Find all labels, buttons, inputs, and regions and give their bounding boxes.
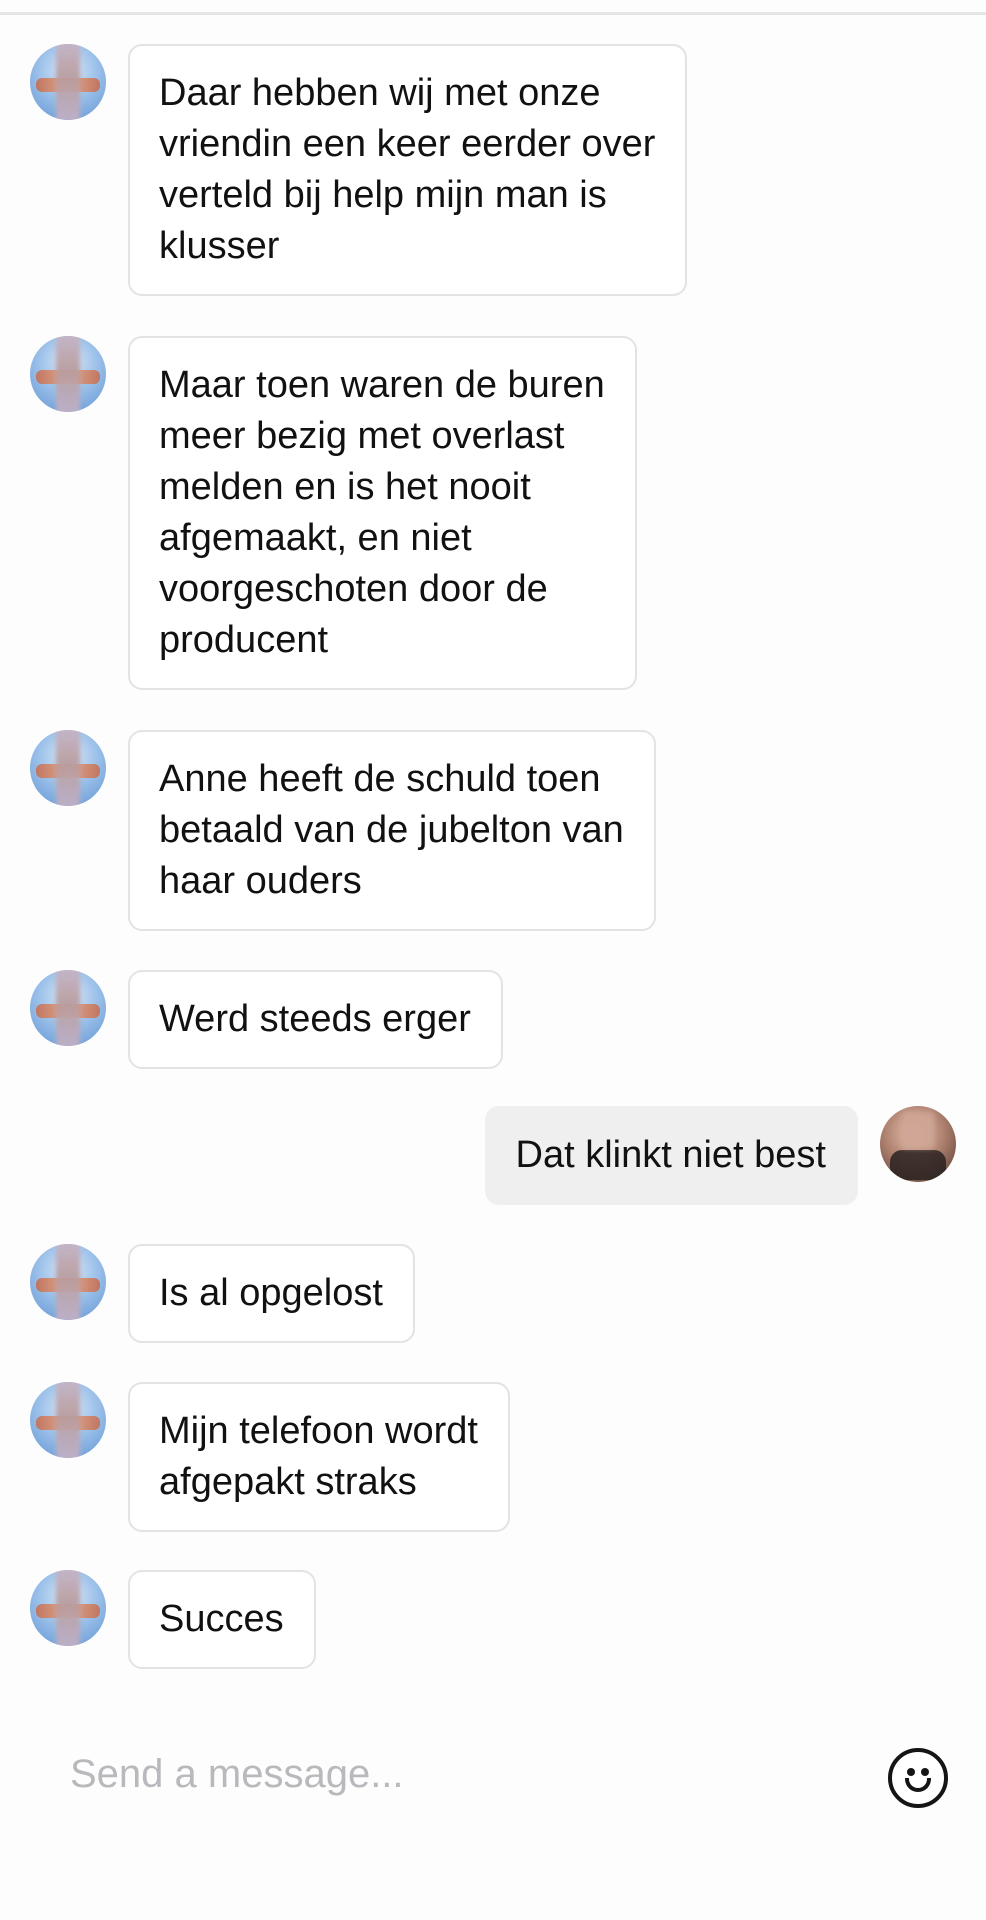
contact-avatar[interactable] (30, 730, 106, 806)
message-bubble[interactable]: Werd steeds erger (128, 970, 503, 1069)
message-row-incoming: Mijn telefoon wordt afgepakt straks (30, 1382, 510, 1532)
message-row-incoming: Daar hebben wij met onze vriendin een ke… (30, 44, 688, 296)
smiley-mouth (905, 1778, 931, 1792)
message-bubble[interactable]: Daar hebben wij met onze vriendin een ke… (128, 44, 688, 296)
message-input[interactable] (70, 1742, 850, 1806)
user-avatar[interactable] (880, 1106, 956, 1182)
message-bubble[interactable]: Mijn telefoon wordt afgepakt straks (128, 1382, 510, 1532)
contact-avatar[interactable] (30, 1244, 106, 1320)
message-row-incoming: Werd steeds erger (30, 970, 503, 1069)
message-row-incoming: Anne heeft de schuld toen betaald van de… (30, 730, 656, 931)
message-bubble[interactable]: Anne heeft de schuld toen betaald van de… (128, 730, 656, 931)
smiley-face-icon[interactable] (888, 1748, 948, 1808)
contact-avatar[interactable] (30, 1570, 106, 1646)
smiley-eye-right (921, 1768, 929, 1776)
message-bubble-own[interactable]: Dat klinkt niet best (484, 1106, 858, 1205)
message-row-outgoing: Dat klinkt niet best (484, 1106, 956, 1205)
header-divider (0, 12, 986, 15)
smiley-eye-left (907, 1768, 915, 1776)
message-bubble[interactable]: Succes (128, 1570, 316, 1669)
message-row-incoming: Is al opgelost (30, 1244, 415, 1343)
message-row-incoming: Succes (30, 1570, 316, 1669)
message-row-incoming: Maar toen waren de buren meer bezig met … (30, 336, 637, 690)
contact-avatar[interactable] (30, 970, 106, 1046)
contact-avatar[interactable] (30, 44, 106, 120)
message-bubble[interactable]: Maar toen waren de buren meer bezig met … (128, 336, 637, 690)
message-bubble[interactable]: Is al opgelost (128, 1244, 415, 1343)
contact-avatar[interactable] (30, 1382, 106, 1458)
contact-avatar[interactable] (30, 336, 106, 412)
chat-screen: Daar hebben wij met onze vriendin een ke… (0, 0, 986, 1920)
message-composer (0, 1722, 986, 1832)
